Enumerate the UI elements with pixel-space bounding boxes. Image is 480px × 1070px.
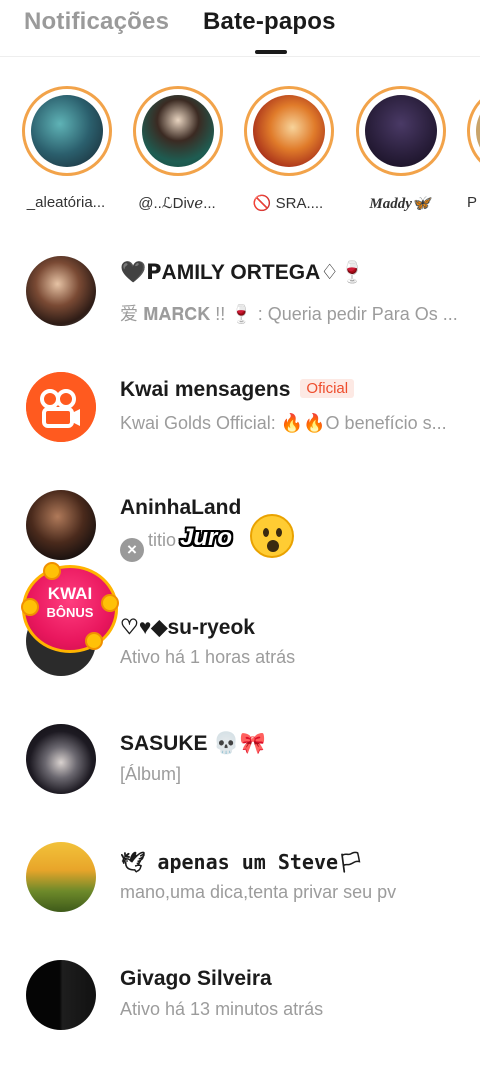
story-ring [356, 86, 446, 176]
avatar [253, 95, 325, 167]
stories-row[interactable]: _aleatória... @..ℒDivℯ... 🚫 SRA.... Madd… [0, 86, 480, 216]
chat-item[interactable]: Kwai mensagens Oficial Kwai Golds Officia… [0, 352, 480, 462]
chat-title: Givago Silveira [120, 967, 272, 990]
kwai-bonus-button[interactable]: KWAI BÔNUS [21, 562, 119, 653]
story-name: 🚫 SRA.... [252, 195, 324, 212]
chat-preview: 爱 𝐌𝐀𝐑𝐂𝐊 !! 🍷 : Queria pedir Para Os ... [120, 304, 458, 324]
coin-icon [43, 562, 61, 580]
story-ring [467, 86, 480, 176]
story-name: Maddy🦋 [369, 196, 431, 212]
sticker-text: Juro [180, 524, 233, 551]
shocked-face-icon [250, 514, 294, 558]
chat-title: Kwai mensagens Oficial [120, 378, 355, 402]
chat-item[interactable]: SASUKE 💀🎀 [Álbum] [0, 700, 480, 810]
chat-preview: Kwai Golds Official: 🔥🔥O benefício s... [120, 413, 447, 433]
chat-item[interactable]: AninhaLand titio [0, 468, 480, 578]
avatar [476, 95, 480, 167]
avatar [31, 95, 103, 167]
chat-title: SASUKE 💀🎀 [120, 732, 266, 755]
story-ring [133, 86, 223, 176]
tab-bar: Notificações Bate-papos [0, 0, 480, 57]
chat-item[interactable]: 🖤𝗣AMILY ORTEGA♢🍷 爱 𝐌𝐀𝐑𝐂𝐊 !! 🍷 : Queria p… [0, 236, 480, 346]
story-name: @..ℒDivℯ... [138, 195, 216, 212]
avatar [26, 960, 96, 1030]
avatar [26, 842, 96, 912]
tab-notificacoes[interactable]: Notificações [24, 8, 169, 36]
chat-title: 🕊 apenas um Steve🏳 [120, 850, 364, 874]
chat-preview: Ativo há 1 horas atrás [120, 647, 296, 667]
story-name: P [467, 194, 478, 211]
story-ring [22, 86, 112, 176]
kwai-logo-icon [26, 372, 96, 442]
avatar [26, 490, 96, 560]
bonus-title: KWAI [47, 584, 93, 603]
official-badge: Oficial [300, 379, 355, 398]
active-tab-indicator [255, 50, 287, 54]
chat-preview: [Álbum] [120, 764, 182, 784]
close-icon[interactable]: × [120, 538, 144, 562]
chat-title: ♡♥◆su-ryeok [120, 616, 255, 639]
chat-preview: Ativo há 13 minutos atrás [120, 999, 324, 1019]
avatar [26, 724, 96, 794]
chat-title: 🖤𝗣AMILY ORTEGA♢🍷 [120, 261, 366, 284]
story-ring [244, 86, 334, 176]
tab-bate-papos[interactable]: Bate-papos [203, 8, 336, 36]
chat-preview: mano,uma dica,tenta privar seu pv [120, 882, 397, 902]
chat-title-text: Kwai mensagens [120, 378, 291, 401]
chat-item[interactable]: Givago Silveira Ativo há 13 minutos atrá… [0, 935, 480, 1045]
story-name: _aleatória... [26, 194, 106, 211]
chat-title: AninhaLand [120, 496, 242, 519]
avatar [26, 256, 96, 326]
coin-icon [85, 632, 103, 650]
avatar [142, 95, 214, 167]
bonus-subtitle: BÔNUS [46, 605, 94, 620]
avatar [365, 95, 437, 167]
chat-item[interactable]: 🕊 apenas um Steve🏳 mano,uma dica,tenta p… [0, 818, 480, 928]
